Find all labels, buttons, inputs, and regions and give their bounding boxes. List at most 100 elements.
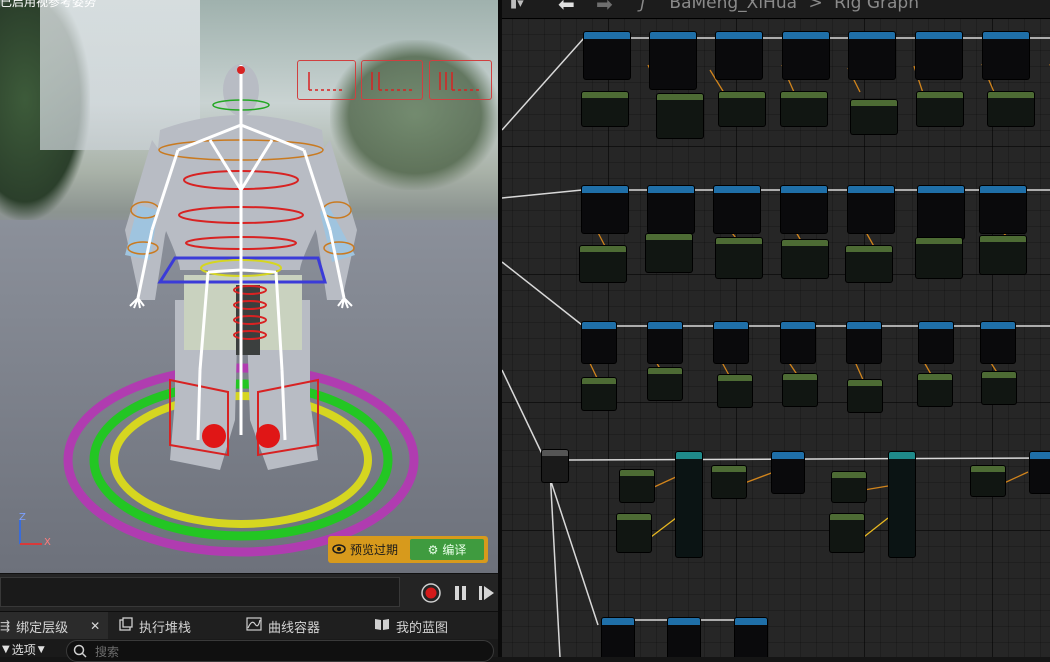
graph-node[interactable] [982,372,1016,404]
axis-x-label: X [44,537,51,548]
breadcrumb-asset[interactable]: BaMeng_XiHua [669,0,797,13]
graph-node[interactable] [582,92,628,126]
graph-node[interactable] [919,322,953,363]
panel-tab-bar: ⇶ 绑定层级 ✕ 执行堆栈 曲线容器 我的蓝图 [0,611,498,640]
breadcrumb-separator: > [808,0,823,13]
graph-node[interactable] [783,32,829,79]
graph-node[interactable] [916,238,962,278]
tab-label: 绑定层级 [16,620,69,636]
graph-node[interactable] [971,466,1005,496]
back-arrow-icon[interactable]: ⬅ [558,0,575,16]
graph-node[interactable] [714,186,760,233]
graph-node[interactable] [648,186,694,233]
search-icon [73,643,87,662]
graph-node[interactable] [830,514,864,552]
graph-node[interactable] [832,472,866,502]
record-button[interactable] [421,583,441,603]
function-icon: ƒ [640,0,646,13]
graph-node[interactable] [848,186,894,233]
graph-node[interactable] [782,240,828,278]
viewport[interactable]: 已启用视参考姿势 Z X 预览过期 ⚙ 编译 [0,0,498,573]
preview-outdated-button[interactable]: 预览过期 [332,539,398,560]
graph-node[interactable] [851,100,897,134]
face-control-box[interactable] [361,60,423,100]
hierarchy-icon: ⇶ [0,619,11,633]
graph-toolbar: ▮▾ ⬅ ➡ ƒ BaMeng_XiHua > Rig Graph [502,0,1050,19]
graph-node[interactable] [620,470,654,502]
tab-label: 执行堆栈 [139,620,192,636]
search-field[interactable] [66,640,494,662]
timeline-scrubber[interactable] [0,577,400,607]
breadcrumb-graph[interactable]: Rig Graph [834,0,919,13]
chevron-down-icon: ▼ [37,644,45,655]
options-label: 选项 [11,643,36,657]
compile-label: 编译 [442,543,467,557]
graph-node[interactable] [580,246,626,282]
tab-rig-hierarchy[interactable]: ⇶ 绑定层级 ✕ [0,612,108,640]
eye-icon [332,543,346,557]
step-forward-icon[interactable] [477,583,497,603]
graph-node[interactable] [646,234,692,272]
close-icon[interactable]: ✕ [90,619,100,633]
face-control-box[interactable] [297,60,356,100]
graph-node[interactable] [712,466,746,498]
graph-node[interactable] [714,322,748,363]
compile-button[interactable]: ⚙ 编译 [410,539,484,560]
face-control-box[interactable] [429,60,492,100]
graph-node[interactable] [849,32,895,79]
graph-node[interactable] [584,32,630,79]
graph-node[interactable] [848,380,882,412]
tab-execution-stack[interactable]: 执行堆栈 [119,612,191,640]
curve-icon [246,617,262,635]
graph-node[interactable] [582,186,628,233]
character-rig[interactable] [0,0,498,573]
graph-node[interactable] [783,374,817,406]
search-input[interactable] [93,642,477,662]
graph-node[interactable] [582,378,616,410]
graph-node[interactable] [781,92,827,126]
breadcrumb: ƒ BaMeng_XiHua > Rig Graph [640,0,919,13]
graph-node[interactable] [988,92,1034,126]
graph-node[interactable] [847,322,881,363]
graph-node[interactable] [918,186,964,239]
graph-node[interactable] [983,32,1029,79]
graph-node[interactable] [772,452,804,493]
graph-node[interactable] [916,32,962,79]
pause-icon[interactable] [451,583,471,603]
graph-node[interactable] [781,322,815,363]
forward-arrow-icon[interactable]: ➡ [596,0,613,16]
tab-label: 曲线容器 [268,620,321,636]
graph-node[interactable] [781,186,827,233]
graph-node[interactable] [602,618,634,657]
tab-curve-container[interactable]: 曲线容器 [246,612,320,640]
graph-node[interactable] [648,322,682,363]
rig-graph-canvas[interactable]: ▮▾ ⬅ ➡ ƒ BaMeng_XiHua > Rig Graph [502,0,1050,657]
preview-label: 预览过期 [350,543,399,557]
graph-node[interactable] [617,514,651,552]
graph-node[interactable] [716,238,762,278]
bookmark-icon[interactable]: ▮▾ [510,0,524,11]
graph-node[interactable] [735,618,767,657]
graph-node[interactable] [542,450,568,482]
graph-node[interactable] [918,374,952,406]
graph-node[interactable] [716,32,762,79]
graph-node[interactable] [846,246,892,282]
graph-node[interactable] [648,368,682,400]
graph-node[interactable] [650,32,696,89]
filter-icon: ▼ [2,644,10,655]
tab-my-blueprint[interactable]: 我的蓝图 [374,612,448,640]
graph-node[interactable] [1030,452,1050,493]
graph-node[interactable] [718,375,752,407]
graph-node[interactable] [582,322,616,363]
options-dropdown[interactable]: ▼ 选项 ▼ [2,641,45,658]
graph-node[interactable] [657,94,703,138]
graph-node[interactable] [981,322,1015,363]
graph-node[interactable] [980,236,1026,274]
graph-node[interactable] [668,618,700,657]
graph-node[interactable] [676,452,702,557]
graph-node[interactable] [889,452,915,557]
graph-node[interactable] [980,186,1026,233]
hierarchy-toolbar: ▼ 选项 ▼ [0,639,498,662]
graph-node[interactable] [917,92,963,126]
graph-node[interactable] [719,92,765,126]
